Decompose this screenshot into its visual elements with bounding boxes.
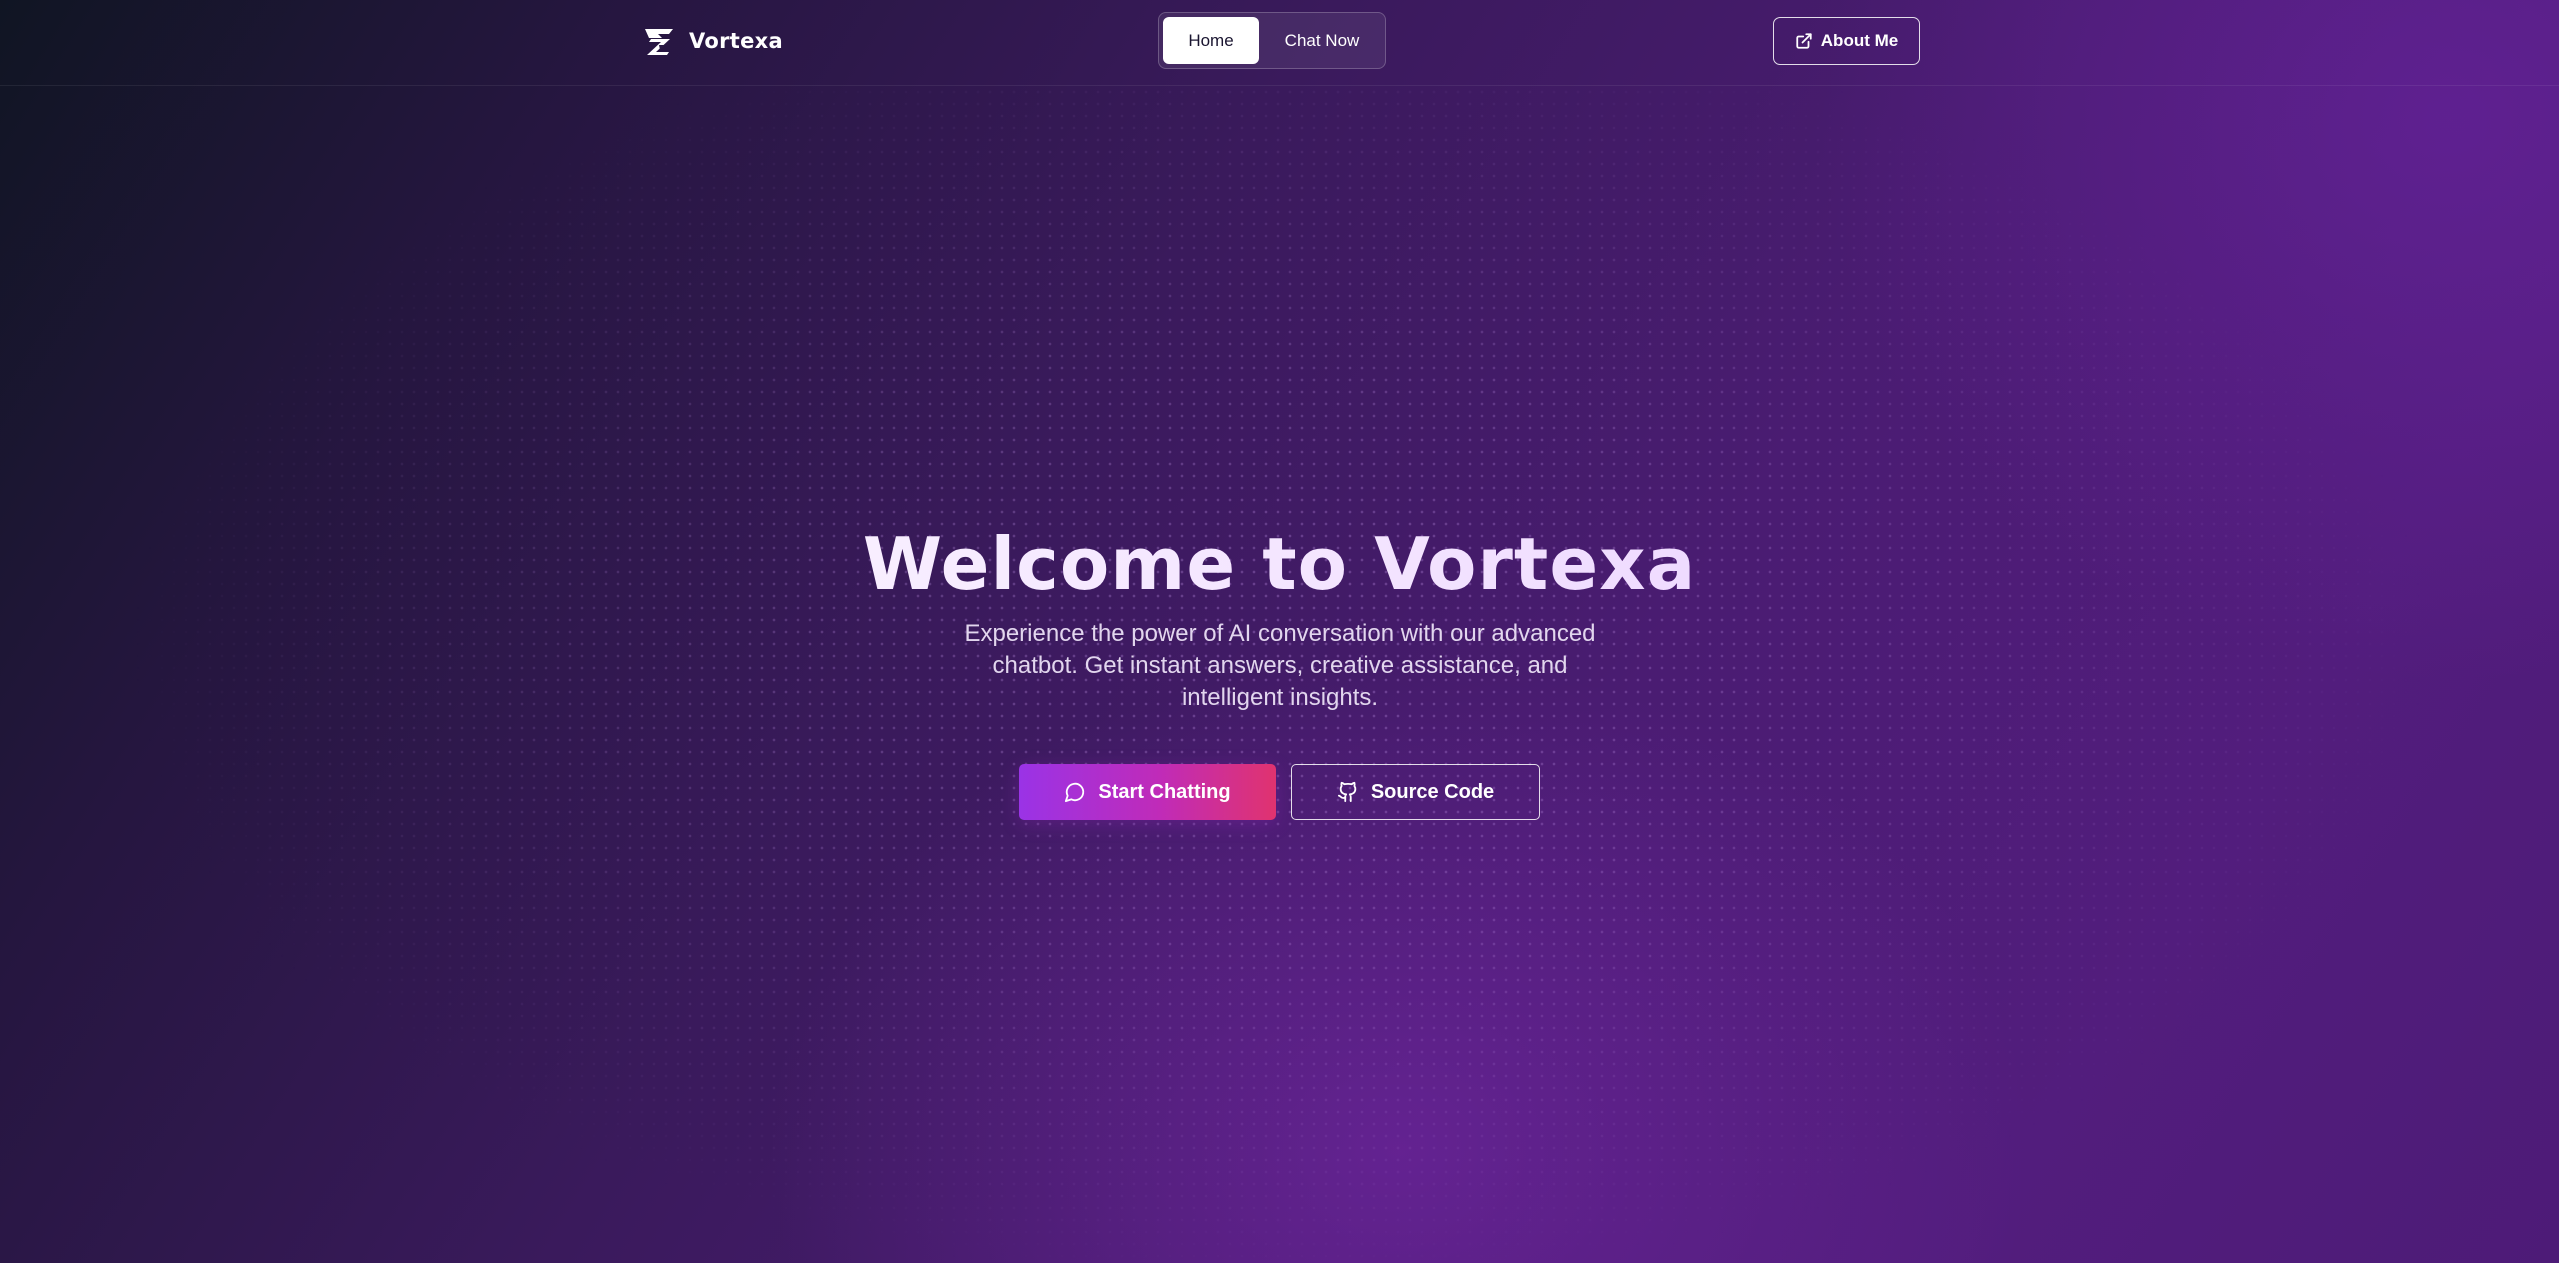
external-link-icon	[1796, 33, 1812, 49]
brand[interactable]: Vortexa	[643, 24, 783, 58]
tab-home[interactable]: Home	[1163, 17, 1259, 64]
top-navigation-bar: Vortexa Home Chat Now About Me	[0, 0, 2559, 86]
brand-name: Vortexa	[689, 29, 783, 53]
start-chatting-button[interactable]: Start Chatting	[1019, 764, 1276, 820]
source-code-label: Source Code	[1370, 780, 1495, 803]
nav-tabs: Home Chat Now	[1158, 12, 1386, 69]
about-me-label: About Me	[1820, 31, 1899, 50]
hero-subtitle: Experience the power of AI conversation …	[964, 620, 1596, 711]
about-me-button[interactable]: About Me	[1773, 17, 1920, 65]
github-icon	[1337, 781, 1359, 803]
start-chatting-label: Start Chatting	[1098, 780, 1231, 803]
tab-chat-now[interactable]: Chat Now	[1263, 17, 1381, 64]
message-circle-icon	[1064, 781, 1086, 803]
source-code-button[interactable]: Source Code	[1291, 764, 1540, 820]
vortexa-logo-icon	[645, 29, 673, 55]
hero-title: Welcome to Vortexa	[0, 508, 2559, 620]
